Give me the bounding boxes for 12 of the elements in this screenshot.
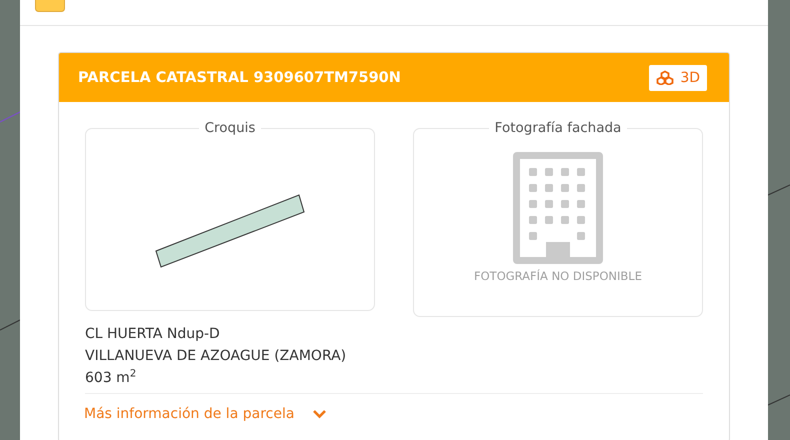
cubes-icon bbox=[656, 70, 674, 85]
3d-button[interactable]: 3D bbox=[649, 64, 707, 90]
address-line: CL HUERTA Ndup-D bbox=[85, 325, 220, 344]
building-icon bbox=[513, 152, 603, 264]
photo-unavailable-notice: FOTOGRAFÍA NO DISPONIBLE bbox=[473, 269, 643, 283]
chevron-down-icon bbox=[312, 409, 328, 419]
address-line: VILLANUEVA DE AZOAGUE (ZAMORA) bbox=[85, 347, 346, 366]
area-value: 603 m$^{2}$ bbox=[85, 367, 136, 388]
more-info-link[interactable]: Más información de la parcela bbox=[84, 406, 328, 422]
panel-legend: Fotografía fachada bbox=[488, 120, 628, 136]
card-title: PARCELA CATASTRAL 9309607TM7590N bbox=[78, 70, 401, 86]
panel-legend: Croquis bbox=[198, 120, 262, 136]
